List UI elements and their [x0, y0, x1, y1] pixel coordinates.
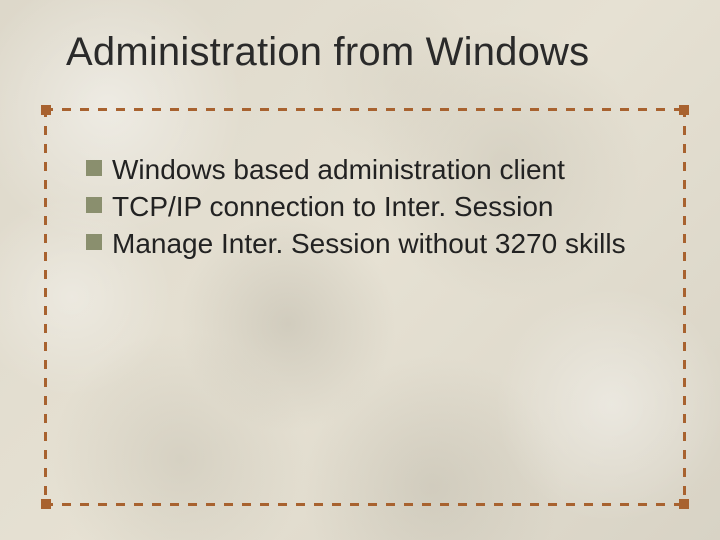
frame-border-right [683, 108, 686, 506]
frame-corner-tl [41, 105, 51, 115]
square-bullet-icon [86, 234, 102, 250]
frame-corner-bl [41, 499, 51, 509]
bullet-text: Windows based administration client [112, 152, 565, 187]
slide-title: Administration from Windows [66, 30, 589, 75]
bullet-text: Manage Inter. Session without 3270 skill… [112, 226, 626, 261]
list-item: Windows based administration client [86, 152, 666, 187]
list-item: Manage Inter. Session without 3270 skill… [86, 226, 666, 261]
square-bullet-icon [86, 197, 102, 213]
bullet-text: TCP/IP connection to Inter. Session [112, 189, 554, 224]
frame-corner-tr [679, 105, 689, 115]
slide: Administration from Windows Windows base… [0, 0, 720, 540]
frame-border-top [44, 108, 686, 111]
frame-border-bottom [44, 503, 686, 506]
bullet-list: Windows based administration client TCP/… [86, 152, 666, 263]
frame-border-left [44, 108, 47, 506]
square-bullet-icon [86, 160, 102, 176]
list-item: TCP/IP connection to Inter. Session [86, 189, 666, 224]
frame-corner-br [679, 499, 689, 509]
